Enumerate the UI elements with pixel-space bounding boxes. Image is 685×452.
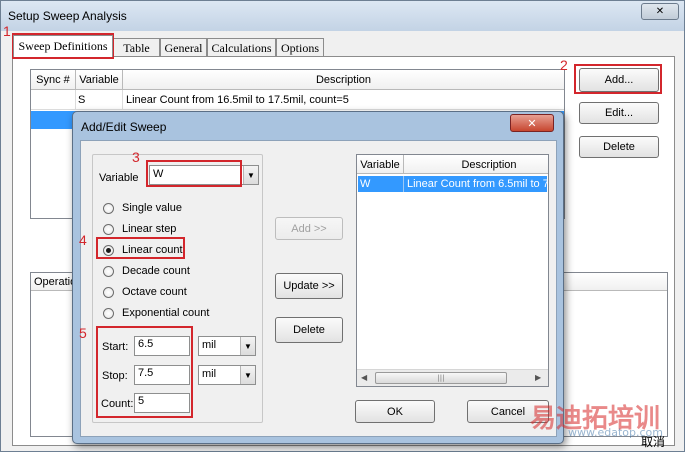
radio-icon [103,202,114,214]
header-sync[interactable]: Sync # [31,70,76,90]
dialog-title: Add/Edit Sweep [81,120,167,134]
close-icon: ✕ [527,116,537,130]
list-item[interactable]: W Linear Count from 6.5mil to 7.5 [358,176,547,192]
dialog-close-button[interactable]: ✕ [510,114,554,132]
variable-group: Variable W ▼ Single value Linear step Li… [92,154,263,423]
radio-linear-count[interactable]: Linear count [103,244,183,256]
chevron-down-icon: ▼ [243,166,258,184]
main-close-button[interactable]: ✕ [641,3,679,20]
table-row[interactable]: S Linear Count from 16.5mil to 17.5mil, … [31,90,564,110]
stop-unit-select[interactable]: mil ▼ [198,365,256,385]
radio-single-value[interactable]: Single value [103,202,182,214]
scroll-thumb[interactable]: ||| [375,372,507,384]
delete-from-list-button[interactable]: Delete [275,317,343,343]
add-edit-sweep-dialog: Add/Edit Sweep ✕ Variable W ▼ Single val… [72,111,564,444]
dialog-body: Variable W ▼ Single value Linear step Li… [80,140,557,437]
main-window-title: Setup Sweep Analysis [8,9,127,23]
stop-label: Stop: [102,370,128,382]
annotation-2: 2 [560,57,568,73]
update-button[interactable]: Update >> [275,273,343,299]
chevron-down-icon: ▼ [240,366,255,384]
start-input[interactable]: 6.5 [134,336,190,356]
scroll-left-icon[interactable]: ◀ [361,373,367,382]
tab-options[interactable]: Options [276,38,324,57]
ok-button[interactable]: OK [355,400,435,423]
chevron-down-icon: ▼ [240,337,255,355]
radio-icon [103,265,114,277]
watermark-url: www.edatop.com [568,426,663,439]
main-title-bar: Setup Sweep Analysis ✕ [1,1,684,31]
variable-label: Variable [99,172,139,184]
radio-octave-count[interactable]: Octave count [103,286,187,298]
add-sweep-button[interactable]: Add... [579,68,659,92]
count-label: Count: [101,398,134,410]
start-label: Start: [102,341,129,353]
list-item-description: Linear Count from 6.5mil to 7.5 [407,178,547,190]
radio-linear-step[interactable]: Linear step [103,223,176,235]
edit-sweep-button[interactable]: Edit... [579,102,659,124]
header-variable[interactable]: Variable [76,70,123,90]
radio-selected-icon [103,244,114,256]
radio-exponential-count[interactable]: Exponential count [103,307,209,319]
annotation-5: 5 [79,325,87,341]
tab-calculations[interactable]: Calculations [207,38,276,57]
list-header-variable[interactable]: Variable [357,155,404,174]
start-unit-select[interactable]: mil ▼ [198,336,256,356]
radio-decade-count[interactable]: Decade count [103,265,190,277]
stop-input[interactable]: 7.5 [134,365,190,385]
scroll-right-icon[interactable]: ▶ [535,373,541,382]
tab-sweep-definitions[interactable]: Sweep Definitions [13,35,113,57]
header-description[interactable]: Description [123,70,564,90]
sweep-list: Variable Description W Linear Count from… [356,154,549,387]
tab-table[interactable]: Table [113,38,160,57]
add-to-list-button[interactable]: Add >> [275,217,343,240]
variable-select[interactable]: W ▼ [149,165,259,185]
radio-icon [103,286,114,298]
annotation-1: 1 [3,23,11,39]
sweep-table-header: Sync # Variable Description [31,70,564,90]
close-icon: ✕ [655,6,665,17]
tab-general[interactable]: General [160,38,207,57]
list-item-variable: W [360,178,371,190]
row-variable: S [78,94,86,106]
row-description: Linear Count from 16.5mil to 17.5mil, co… [126,94,349,106]
annotation-4: 4 [79,232,87,248]
horizontal-scrollbar[interactable]: ◀ ||| ▶ [357,369,548,386]
radio-icon [103,223,114,235]
sweep-list-header: Variable Description [357,155,548,174]
delete-sweep-button[interactable]: Delete [579,136,659,158]
annotation-3: 3 [132,149,140,165]
list-header-description[interactable]: Description [404,155,548,174]
count-input[interactable]: 5 [134,393,190,413]
radio-icon [103,307,114,319]
